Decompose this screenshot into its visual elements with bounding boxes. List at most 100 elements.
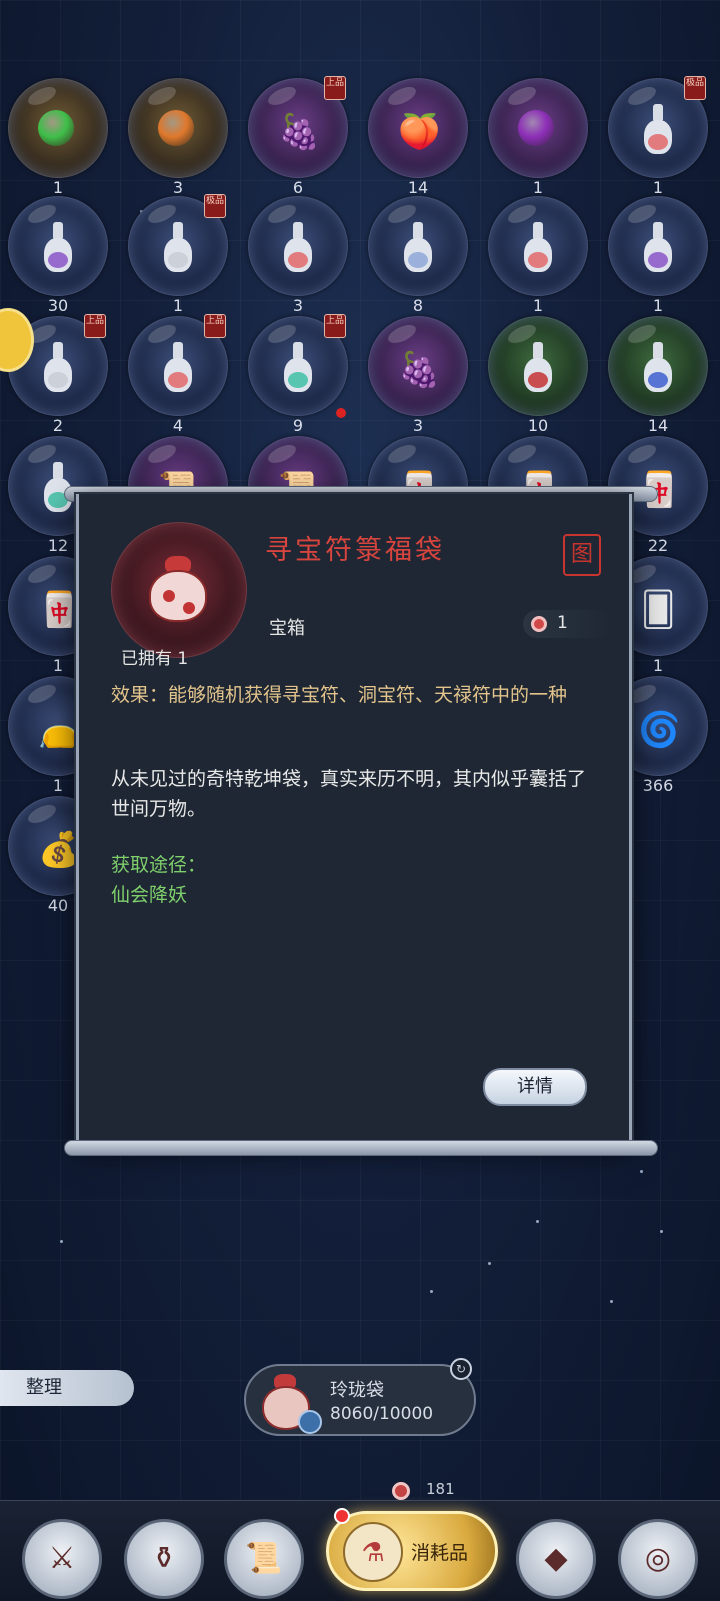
star-decoration [536, 1220, 539, 1223]
item-count: 6 [292, 178, 304, 197]
potion-icon: ⚗ [343, 1522, 403, 1582]
item-count: 2 [52, 416, 64, 435]
item-count: 1 [172, 296, 184, 315]
book-tab[interactable]: 📜 [224, 1519, 304, 1599]
item-count: 1 [652, 178, 664, 197]
crystal-icon: ◆ [544, 1541, 568, 1576]
item-count: 3 [292, 296, 304, 315]
inventory-slot[interactable]: 30 [4, 196, 112, 316]
red-bottle-icon [522, 222, 554, 274]
pot-icon: ⚱ [151, 1541, 177, 1576]
price-value: 1 [557, 613, 568, 633]
inventory-slot[interactable]: 1 [484, 196, 592, 316]
material-tab[interactable]: ⚱ [124, 1519, 204, 1599]
grade-badge: 上品 [324, 314, 346, 338]
blue-flask-icon [642, 342, 674, 394]
inventory-slot[interactable]: 极品 1 [604, 76, 712, 198]
star-decoration [488, 1262, 491, 1265]
inventory-slot[interactable]: 3 [244, 196, 352, 316]
source-item[interactable]: 仙会降妖 [111, 880, 187, 907]
inventory-slot[interactable]: 🍇 上品 6 [244, 76, 352, 198]
teal-bottle-icon [282, 342, 314, 394]
inventory-slot[interactable]: 1 [4, 78, 112, 198]
bag-name: 玲珑袋 [330, 1380, 384, 1401]
purple-bottle-icon [42, 222, 74, 274]
item-count: 1 [532, 178, 544, 197]
grapes-icon: 🍇 [398, 350, 441, 390]
seal-icon[interactable]: 图 [563, 534, 601, 576]
item-count: 8 [412, 296, 424, 315]
talisman-icon: 🀄 [38, 590, 81, 630]
inventory-slot[interactable]: 14 [604, 316, 712, 436]
owned-count: 已拥有 1 [121, 649, 189, 669]
inventory-slot[interactable]: 🍑 14 [364, 78, 472, 198]
purple-orb-icon [518, 110, 554, 146]
card-icon: 🂠 [640, 590, 676, 630]
bag-capacity: 8060/10000 [330, 1404, 434, 1424]
consumable-tab-label: 消耗品 [411, 1542, 469, 1564]
notification-dot [336, 408, 346, 418]
item-title: 寻宝符箓福袋 [265, 535, 445, 566]
notification-dot [334, 1508, 350, 1524]
item-count: 9 [292, 416, 304, 435]
red-bottle-icon [642, 104, 674, 156]
inventory-slot[interactable]: 极品 1 [124, 194, 232, 316]
coin-icon [392, 1482, 410, 1500]
swirl-tab[interactable]: ◎ [618, 1519, 698, 1599]
inventory-slot[interactable]: 8 [364, 196, 472, 316]
price-badge: 1 [523, 610, 613, 638]
item-count: 14 [407, 178, 429, 197]
item-lore: 从未见过的奇特乾坤袋，真实来历不明，其内似乎囊括了世间万物。 [111, 768, 587, 820]
swirl-icon [298, 1410, 322, 1434]
grade-badge: 上品 [84, 314, 106, 338]
item-count: 1 [532, 296, 544, 315]
swirl-icon: ◎ [644, 1541, 672, 1576]
sort-button[interactable]: 整理 [0, 1370, 134, 1406]
book-icon: 📜 [245, 1541, 283, 1576]
consumable-tab[interactable]: ⚗ 消耗品 [326, 1511, 498, 1591]
star-decoration [640, 1170, 643, 1173]
orange-orb-icon [158, 110, 194, 146]
item-effect: 效果：能够随机获得寻宝符、洞宝符、天禄符中的一种 [111, 684, 568, 706]
inventory-slot[interactable]: 上品 4 [124, 314, 232, 436]
crystal-tab[interactable]: ◆ [516, 1519, 596, 1599]
bottom-tab-bar: ⚔ ⚱ 📜 ⚗ 消耗品 ◆ ◎ [0, 1500, 720, 1601]
red-bottle-icon [282, 222, 314, 274]
inventory-slot[interactable]: 🍇 3 [364, 316, 472, 436]
inventory-slot[interactable]: 1 [484, 78, 592, 198]
lucky-bag-icon [143, 552, 213, 624]
gold-bag-icon: 💰 [38, 830, 81, 870]
inventory-slot[interactable]: 上品 9 [244, 314, 352, 436]
inventory-slot[interactable]: 3 [124, 78, 232, 198]
star-decoration [660, 1230, 663, 1233]
red-flask-icon [522, 342, 554, 394]
item-count: 10 [527, 416, 549, 435]
bag-capacity-panel[interactable]: 玲珑袋 8060/10000 [244, 1364, 476, 1436]
lucky-bag-icon: 👝 [38, 710, 81, 750]
peach-icon: 🍑 [398, 112, 441, 152]
item-count: 14 [647, 416, 669, 435]
scroll-rod-bottom [64, 1140, 658, 1156]
currency-value: 181 [426, 1480, 455, 1498]
sword-icon: ⚔ [48, 1541, 76, 1576]
star-decoration [430, 1290, 433, 1293]
purple-bottle-icon [642, 222, 674, 274]
white-bottle-icon [42, 342, 74, 394]
item-count: 1 [652, 296, 664, 315]
inventory-slot[interactable]: 10 [484, 316, 592, 436]
weapon-tab[interactable]: ⚔ [22, 1519, 102, 1599]
white-bottle-icon [162, 222, 194, 274]
item-detail-popup: 已拥有 1 寻宝符箓福袋 图 宝箱 1 效果：能够随机获得寻宝符、洞宝符、天禄符… [76, 494, 632, 1144]
item-type: 宝箱 [269, 618, 305, 639]
inventory-slot[interactable]: 1 [604, 196, 712, 316]
grade-badge: 极品 [684, 76, 706, 100]
detail-button[interactable]: 详情 [483, 1068, 587, 1106]
coin-icon [531, 616, 547, 632]
star-decoration [610, 1300, 613, 1303]
blue-bottle-icon [402, 222, 434, 274]
grade-badge: 上品 [204, 314, 226, 338]
grade-badge: 上品 [324, 76, 346, 100]
grade-badge: 极品 [204, 194, 226, 218]
item-count: 4 [172, 416, 184, 435]
refresh-icon[interactable]: ↻ [450, 1358, 472, 1380]
